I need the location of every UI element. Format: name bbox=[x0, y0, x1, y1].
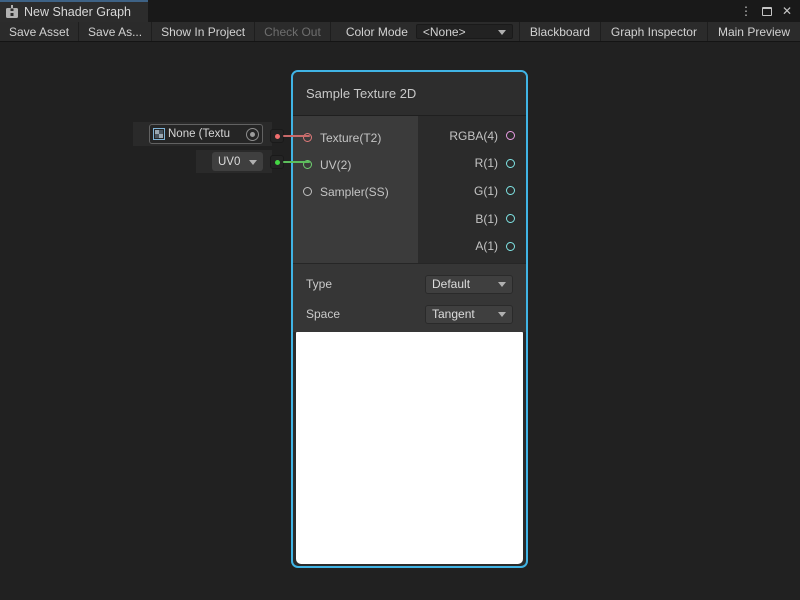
blackboard-toggle-button[interactable]: Blackboard bbox=[519, 22, 600, 41]
port-icon[interactable] bbox=[506, 186, 515, 195]
type-dropdown[interactable]: Default bbox=[425, 275, 513, 294]
chevron-down-icon bbox=[498, 312, 506, 317]
output-port-rgba: RGBA(4) bbox=[418, 122, 526, 150]
port-icon[interactable] bbox=[506, 159, 515, 168]
type-label: Type bbox=[306, 277, 332, 291]
port-icon[interactable] bbox=[506, 131, 515, 140]
space-dropdown[interactable]: Tangent bbox=[425, 305, 513, 324]
maximize-icon[interactable] bbox=[762, 7, 772, 16]
output-port-g: G(1) bbox=[418, 177, 526, 205]
port-icon[interactable] bbox=[303, 187, 312, 196]
color-mode-value: <None> bbox=[423, 25, 466, 39]
save-as-button[interactable]: Save As... bbox=[79, 22, 152, 41]
uv-edge-wire bbox=[283, 161, 310, 163]
input-port-texture: Texture(T2) bbox=[293, 124, 418, 151]
titlebar: New Shader Graph ⋮ ✕ bbox=[0, 0, 800, 22]
node-title: Sample Texture 2D bbox=[306, 86, 416, 101]
window-controls: ⋮ ✕ bbox=[740, 0, 800, 22]
tab-new-shader-graph[interactable]: New Shader Graph bbox=[0, 0, 148, 22]
shader-graph-asset-icon bbox=[5, 5, 19, 20]
toolbar: Save Asset Save As... Show In Project Ch… bbox=[0, 22, 800, 42]
texture-edge-wire bbox=[283, 135, 310, 137]
uv-edge-connector[interactable] bbox=[270, 155, 284, 169]
node-preview-image bbox=[296, 332, 523, 564]
chevron-down-icon bbox=[498, 282, 506, 287]
output-port-a: A(1) bbox=[418, 232, 526, 260]
node-header[interactable]: Sample Texture 2D bbox=[293, 72, 526, 116]
save-asset-button[interactable]: Save Asset bbox=[0, 22, 79, 41]
uv-default-input-row: UV0 bbox=[196, 150, 272, 173]
port-label: RGBA(4) bbox=[449, 129, 498, 143]
input-port-sampler: Sampler(SS) bbox=[293, 178, 418, 205]
type-value: Default bbox=[432, 277, 470, 291]
texture-default-input-row: None (Textu bbox=[133, 122, 272, 146]
input-ports-column: Texture(T2) UV(2) Sampler(SS) bbox=[293, 116, 418, 263]
sample-texture-2d-node[interactable]: Sample Texture 2D Texture(T2) UV(2) Samp… bbox=[291, 70, 528, 568]
shader-graph-window: New Shader Graph ⋮ ✕ Save Asset Save As.… bbox=[0, 0, 800, 600]
chevron-down-icon bbox=[249, 160, 257, 165]
texture-edge-dot bbox=[275, 134, 280, 139]
port-label: UV(2) bbox=[320, 158, 351, 172]
texture-edge-connector[interactable] bbox=[270, 129, 284, 143]
space-control-row: Space Tangent bbox=[293, 299, 526, 329]
uv-channel-value: UV0 bbox=[218, 156, 240, 168]
port-icon[interactable] bbox=[506, 242, 515, 251]
node-port-section: Texture(T2) UV(2) Sampler(SS) RGBA(4) bbox=[293, 116, 526, 263]
space-value: Tangent bbox=[432, 307, 475, 321]
port-label: G(1) bbox=[474, 184, 498, 198]
texture-field-value: None (Textu bbox=[168, 128, 243, 140]
uv-edge-dot bbox=[275, 160, 280, 165]
output-port-b: B(1) bbox=[418, 205, 526, 233]
object-picker-icon[interactable] bbox=[246, 128, 259, 141]
space-label: Space bbox=[306, 307, 340, 321]
port-label: Texture(T2) bbox=[320, 131, 381, 145]
output-port-r: R(1) bbox=[418, 150, 526, 178]
uv-channel-dropdown[interactable]: UV0 bbox=[212, 152, 263, 171]
node-controls-section: Type Default Space Tangent bbox=[293, 263, 526, 332]
tab-title: New Shader Graph bbox=[24, 5, 131, 19]
type-control-row: Type Default bbox=[293, 269, 526, 299]
texture-icon bbox=[153, 128, 165, 140]
texture-object-field[interactable]: None (Textu bbox=[149, 124, 263, 144]
graph-canvas[interactable]: None (Textu UV0 Sample Texture 2D bbox=[0, 42, 800, 600]
check-out-button: Check Out bbox=[255, 22, 331, 41]
output-ports-column: RGBA(4) R(1) G(1) B(1) bbox=[418, 116, 526, 263]
close-icon[interactable]: ✕ bbox=[782, 4, 792, 18]
port-label: A(1) bbox=[475, 239, 498, 253]
show-in-project-button[interactable]: Show In Project bbox=[152, 22, 255, 41]
color-mode-label: Color Mode bbox=[338, 22, 416, 41]
port-label: R(1) bbox=[475, 156, 498, 170]
color-mode-dropdown[interactable]: <None> bbox=[416, 24, 513, 39]
toolbar-right-group: Color Mode <None> Blackboard Graph Inspe… bbox=[338, 22, 800, 41]
port-icon[interactable] bbox=[506, 214, 515, 223]
port-label: Sampler(SS) bbox=[320, 185, 389, 199]
port-label: B(1) bbox=[475, 212, 498, 226]
chevron-down-icon bbox=[498, 30, 506, 35]
graph-inspector-toggle-button[interactable]: Graph Inspector bbox=[600, 22, 707, 41]
input-port-uv: UV(2) bbox=[293, 151, 418, 178]
main-preview-toggle-button[interactable]: Main Preview bbox=[707, 22, 800, 41]
window-menu-icon[interactable]: ⋮ bbox=[740, 4, 752, 18]
